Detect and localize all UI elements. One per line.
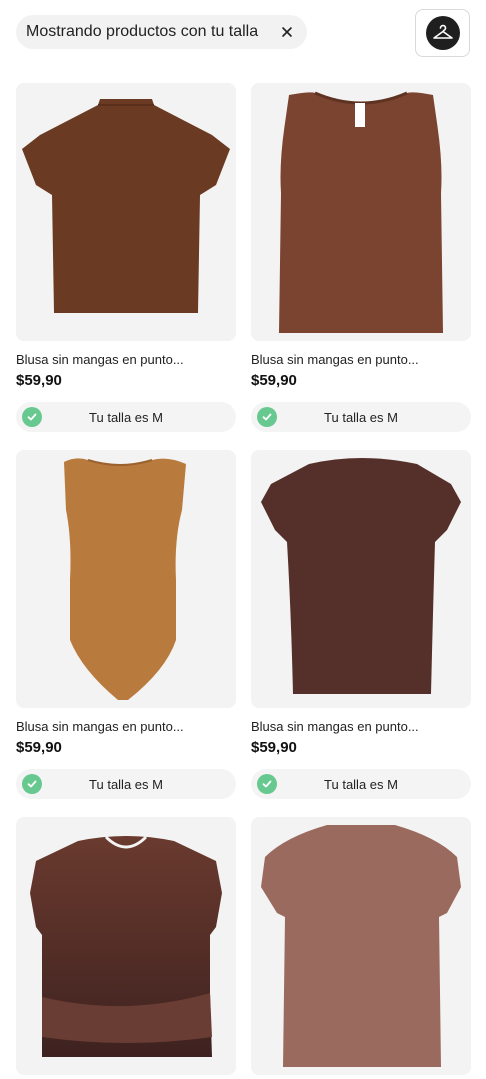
product-card[interactable]: Blusa sin mangas en punto... $59,90 Tu t… <box>251 83 471 432</box>
product-grid: Blusa sin mangas en punto... $59,90 Tu t… <box>0 0 486 1079</box>
product-image[interactable] <box>251 83 471 341</box>
size-match-badge: Tu talla es M <box>251 402 471 432</box>
product-image[interactable] <box>251 817 471 1075</box>
size-match-badge: Tu talla es M <box>251 769 471 799</box>
product-card[interactable]: Blusa sin mangas en punto... $59,90 Tu t… <box>16 450 236 799</box>
product-card[interactable] <box>16 817 236 1075</box>
product-price: $59,90 <box>251 372 297 389</box>
product-image[interactable] <box>16 450 236 708</box>
size-match-label: Tu talla es M <box>324 409 398 425</box>
product-price: $59,90 <box>251 739 297 756</box>
product-image[interactable] <box>16 817 236 1075</box>
check-icon <box>22 407 42 427</box>
size-match-label: Tu talla es M <box>324 776 398 792</box>
product-image[interactable] <box>251 450 471 708</box>
check-icon <box>22 774 42 794</box>
product-title[interactable]: Blusa sin mangas en punto... <box>16 719 236 734</box>
product-card[interactable]: Blusa sin mangas en punto... $59,90 Tu t… <box>16 83 236 432</box>
check-icon <box>257 774 277 794</box>
product-card[interactable]: Blusa sin mangas en punto... $59,90 Tu t… <box>251 450 471 799</box>
product-image[interactable] <box>16 83 236 341</box>
product-card[interactable] <box>251 817 471 1075</box>
product-title[interactable]: Blusa sin mangas en punto... <box>16 352 236 367</box>
size-match-badge: Tu talla es M <box>16 402 236 432</box>
size-match-badge: Tu talla es M <box>16 769 236 799</box>
product-title[interactable]: Blusa sin mangas en punto... <box>251 719 471 734</box>
product-price: $59,90 <box>16 372 62 389</box>
product-price: $59,90 <box>16 739 62 756</box>
check-icon <box>257 407 277 427</box>
size-match-label: Tu talla es M <box>89 776 163 792</box>
size-match-label: Tu talla es M <box>89 409 163 425</box>
product-title[interactable]: Blusa sin mangas en punto... <box>251 352 471 367</box>
